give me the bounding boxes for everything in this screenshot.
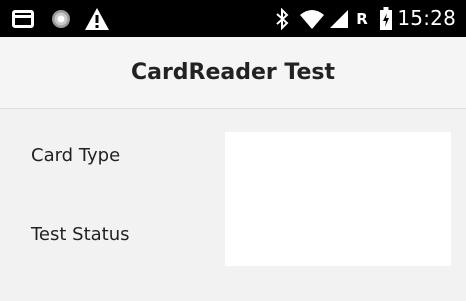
main-content: Card Type Test Status	[0, 109, 466, 301]
status-bar: R 15:28	[0, 0, 466, 37]
warning-icon	[83, 0, 111, 37]
bluetooth-icon	[272, 0, 292, 37]
status-clock: 15:28	[397, 6, 456, 30]
test-status-label: Test Status	[31, 224, 130, 245]
wifi-icon	[298, 0, 326, 37]
result-panel	[225, 132, 451, 266]
app-bar: CardReader Test	[0, 37, 466, 109]
card-type-label: Card Type	[31, 145, 121, 166]
cell-signal-icon	[328, 0, 350, 37]
roaming-indicator: R	[356, 9, 368, 28]
card-icon	[10, 0, 36, 37]
battery-charging-icon	[377, 0, 395, 37]
loading-spinner-icon	[48, 0, 74, 37]
app-title: CardReader Test	[130, 60, 336, 85]
